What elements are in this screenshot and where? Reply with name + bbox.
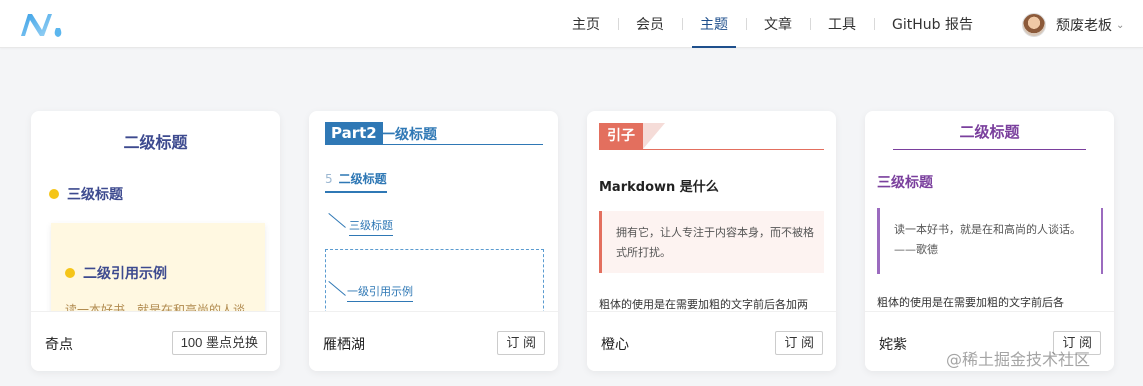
chevron-down-icon[interactable]: ⌄ [1116, 20, 1124, 31]
divider [599, 149, 824, 150]
card-footer: 奇点 100 墨点兑换 [31, 311, 280, 371]
preview-h2: 二级标题 [959, 123, 1020, 141]
subscribe-button[interactable]: 订 阅 [497, 331, 545, 355]
theme-name: 橙心 [601, 337, 629, 353]
preview-quote: 二级引用示例 读一本好书，就是在和高尚的人谈 [51, 223, 265, 311]
theme-preview: 引子 Markdown 是什么 拥有它，让人专注于内容本身，而不被格式所打扰。 … [587, 111, 836, 311]
preview-part-tag: Part2 [325, 122, 383, 144]
theme-preview: Part2 一级标题 5 二级标题 三级标题 一级引用示例 [309, 111, 558, 311]
theme-name: 姹紫 [879, 337, 907, 353]
nav-github-report[interactable]: GitHub 报告 [874, 0, 991, 48]
top-header: 主页 会员 主题 文章 工具 GitHub 报告 颓废老板 ⌄ [0, 0, 1143, 48]
theme-card-yanqihu[interactable]: Part2 一级标题 5 二级标题 三级标题 一级引用示例 雁栖湖 订 阅 [309, 111, 558, 371]
preview-h3: 三级标题 [49, 184, 123, 204]
subscribe-button[interactable]: 订 阅 [775, 331, 823, 355]
nav-tools[interactable]: 工具 [810, 0, 874, 48]
theme-name: 奇点 [45, 337, 73, 353]
preview-h2: Markdown 是什么 [599, 180, 719, 195]
redeem-button[interactable]: 100 墨点兑换 [171, 331, 267, 355]
theme-card-chazi[interactable]: 二级标题 三级标题 读一本好书，就是在和高尚的人谈话。 ——歌德 粗体的使用是在… [865, 111, 1114, 371]
nav-home[interactable]: 主页 [554, 0, 618, 48]
preview-tag: 引子 [599, 123, 643, 149]
theme-name: 雁栖湖 [323, 337, 365, 353]
divider [325, 144, 543, 145]
nav-member-label: 会员 [636, 17, 664, 33]
nav-github-report-label: GitHub 报告 [892, 17, 973, 33]
preview-quote-text: 读一本好书，就是在和高尚的人谈 [65, 303, 246, 311]
nav-themes-label: 主题 [700, 17, 728, 33]
username: 颓废老板 [1056, 18, 1112, 34]
preview-h2: 二级标题 [123, 133, 188, 152]
preview-quote-title: 二级引用示例 [65, 263, 167, 283]
preview-paragraph: 粗体的使用是在需要加粗的文字前后各加两 [599, 298, 808, 311]
preview-h3: 三级标题 [877, 175, 933, 191]
bullet-dot-icon [49, 189, 59, 199]
nav-themes[interactable]: 主题 [682, 0, 746, 48]
avatar[interactable] [1022, 13, 1046, 37]
user-menu[interactable]: 颓废老板 ⌄ [1022, 12, 1124, 38]
theme-card-qidian[interactable]: 二级标题 三级标题 二级引用示例 读一本好书，就是在和高尚的人谈 奇点 100 … [31, 111, 280, 371]
preview-h3: 5 二级标题 [325, 170, 387, 193]
preview-h4: 三级标题 [349, 217, 393, 236]
divider [328, 213, 346, 228]
preview-h3-text: 二级标题 [338, 172, 387, 186]
theme-preview: 二级标题 三级标题 读一本好书，就是在和高尚的人谈话。 ——歌德 粗体的使用是在… [865, 111, 1114, 311]
preview-quote-title: 一级引用示例 [347, 283, 413, 302]
nav-articles-label: 文章 [764, 17, 792, 33]
preview-paragraph: 粗体的使用是在需要加粗的文字前后各 [877, 296, 1064, 309]
preview-quote: 读一本好书，就是在和高尚的人谈话。 ——歌德 [877, 208, 1103, 274]
theme-card-chengxin[interactable]: 引子 Markdown 是什么 拥有它，让人专注于内容本身，而不被格式所打扰。 … [587, 111, 836, 371]
nav-member[interactable]: 会员 [618, 0, 682, 48]
preview-h3-text: 三级标题 [67, 187, 123, 203]
preview-h2: 一级标题 [381, 127, 437, 143]
card-footer: 雁栖湖 订 阅 [309, 311, 558, 371]
nav-home-label: 主页 [572, 17, 600, 33]
juejin-logo-icon[interactable] [18, 10, 70, 40]
bullet-dot-icon [65, 268, 75, 278]
main-nav: 主页 会员 主题 文章 工具 GitHub 报告 [554, 0, 991, 48]
nav-articles[interactable]: 文章 [746, 0, 810, 48]
watermark: @稀土掘金技术社区 [946, 350, 1091, 369]
preview-quote: 拥有它，让人专注于内容本身，而不被格式所打扰。 [599, 211, 824, 273]
nav-tools-label: 工具 [828, 17, 856, 33]
theme-preview: 二级标题 三级标题 二级引用示例 读一本好书，就是在和高尚的人谈 [31, 111, 280, 311]
preview-quote-title-text: 二级引用示例 [83, 266, 167, 282]
card-footer: 橙心 订 阅 [587, 311, 836, 371]
divider [893, 149, 1086, 150]
preview-h3-number: 5 [325, 172, 333, 186]
tag-decoration [643, 123, 665, 149]
